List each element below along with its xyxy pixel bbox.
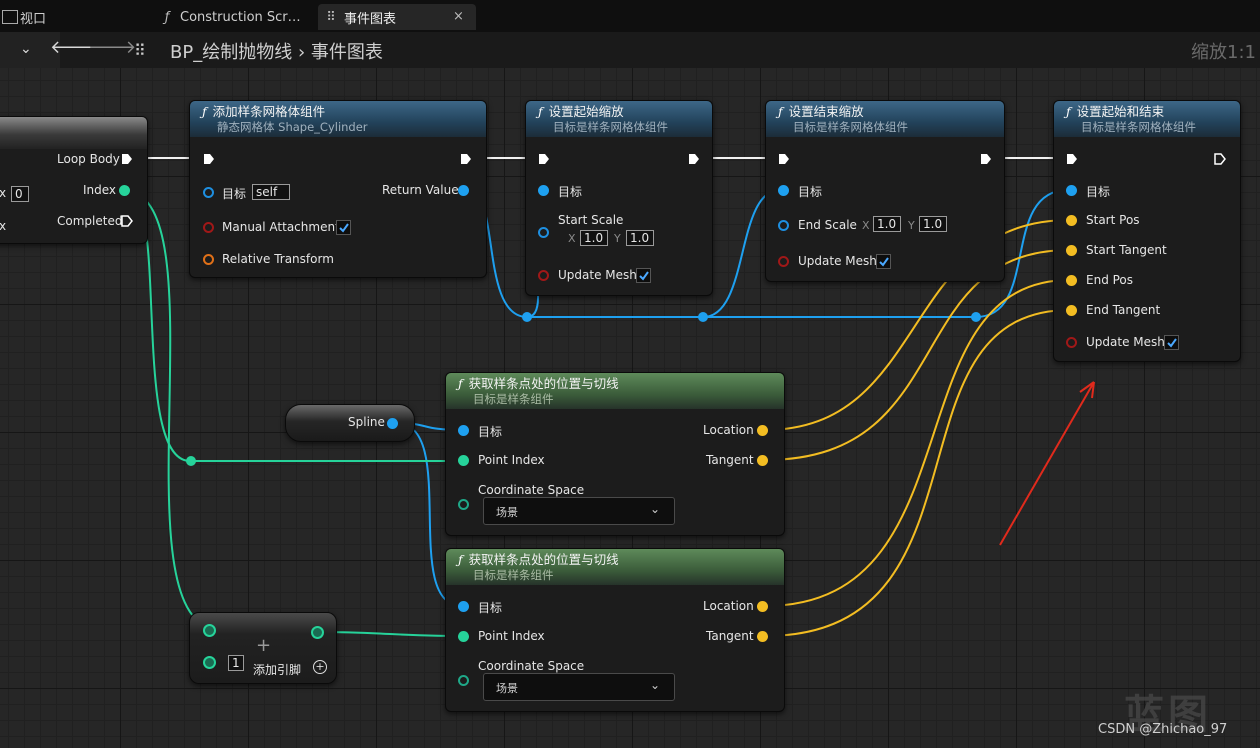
node-header: ƒ 设置起始缩放 目标是样条网格体组件 <box>526 101 712 137</box>
end-scale-x-field[interactable]: 1.0 <box>873 216 901 232</box>
reroute-node[interactable] <box>522 312 532 322</box>
plus-icon: + <box>256 635 272 656</box>
coordinate-space-dropdown[interactable]: 场景 ⌄ <box>483 497 675 525</box>
return-value-pin[interactable] <box>458 185 469 196</box>
tangent-pin[interactable] <box>757 631 768 642</box>
reroute-node[interactable] <box>186 456 196 466</box>
relative-transform-pin[interactable] <box>203 254 214 265</box>
target-pin[interactable] <box>203 187 214 198</box>
get-location-tangent-node-1[interactable]: ƒ 获取样条点处的位置与切线 目标是样条组件 目标 Location Point … <box>445 372 785 536</box>
exec-out-pin[interactable] <box>460 153 472 165</box>
node-header: ƒ 获取样条点处的位置与切线 目标是样条组件 <box>446 373 784 409</box>
update-mesh-pin[interactable] <box>778 256 789 267</box>
end-tangent-pin[interactable] <box>1066 305 1077 316</box>
add-pin-button[interactable]: 添加引脚 <box>253 661 301 678</box>
node-header: ƒ 获取样条点处的位置与切线 目标是样条组件 <box>446 549 784 585</box>
start-scale-pin[interactable] <box>538 227 549 238</box>
function-icon: ƒ <box>538 104 543 119</box>
exec-out-pin[interactable] <box>1214 153 1226 165</box>
reroute-node[interactable] <box>971 312 981 322</box>
start-scale-y-field[interactable]: 1.0 <box>626 230 654 246</box>
spline-output-pin[interactable] <box>387 418 398 429</box>
point-index-pin[interactable] <box>458 631 469 642</box>
update-mesh-checkbox[interactable] <box>876 254 891 269</box>
start-tangent-pin[interactable] <box>1066 245 1077 256</box>
exec-in-pin[interactable] <box>778 153 790 165</box>
function-icon: ƒ <box>778 104 783 119</box>
start-scale-x-field[interactable]: 1.0 <box>580 230 608 246</box>
output-pin[interactable] <box>311 626 324 639</box>
point-index-pin[interactable] <box>458 455 469 466</box>
update-mesh-checkbox[interactable] <box>1164 335 1179 350</box>
for-loop-node[interactable]: Loop Body Index Completed x 0 x <box>0 116 148 244</box>
update-mesh-pin[interactable] <box>1066 337 1077 348</box>
target-pin[interactable] <box>778 185 789 196</box>
exec-out-pin[interactable] <box>688 153 700 165</box>
vector-wire <box>764 279 1071 607</box>
integer-wire <box>317 631 463 637</box>
exec-in-pin[interactable] <box>203 153 215 165</box>
manual-attachment-pin[interactable] <box>203 222 214 233</box>
set-start-and-end-node[interactable]: ƒ 设置起始和结束 目标是样条网格体组件 目标 Start Pos Start T… <box>1053 100 1241 362</box>
credit-text: CSDN @Zhichao_97 <box>1098 722 1228 737</box>
node-header <box>0 117 147 149</box>
chevron-down-icon: ⌄ <box>649 502 660 516</box>
input-a-pin[interactable] <box>203 624 216 637</box>
set-start-scale-node[interactable]: ƒ 设置起始缩放 目标是样条网格体组件 目标 Start Scale X 1.0 … <box>525 100 713 296</box>
spline-variable-node[interactable]: Spline <box>285 404 415 442</box>
input-b-field[interactable]: 1 <box>228 655 244 671</box>
set-end-scale-node[interactable]: ƒ 设置结束缩放 目标是样条网格体组件 目标 End Scale X 1.0 Y … <box>765 100 1005 282</box>
add-pin-icon[interactable]: + <box>313 660 327 674</box>
end-pos-pin[interactable] <box>1066 275 1077 286</box>
exec-out-pin[interactable] <box>980 153 992 165</box>
target-pin[interactable] <box>458 601 469 612</box>
function-icon: ƒ <box>1066 104 1071 119</box>
function-icon: ƒ <box>458 376 463 391</box>
get-location-tangent-node-2[interactable]: ƒ 获取样条点处的位置与切线 目标是样条组件 目标 Location Point … <box>445 548 785 712</box>
manual-attachment-checkbox[interactable] <box>336 220 351 235</box>
start-pos-pin[interactable] <box>1066 215 1077 226</box>
reroute-node[interactable] <box>698 312 708 322</box>
exec-in-pin[interactable] <box>1066 153 1078 165</box>
target-self-field[interactable]: self <box>252 184 290 200</box>
update-mesh-pin[interactable] <box>538 270 549 281</box>
chevron-down-icon: ⌄ <box>649 678 660 692</box>
annotation-arrow <box>999 381 1095 546</box>
vector-wire <box>764 309 1071 637</box>
coordinate-space-dropdown[interactable]: 场景 ⌄ <box>483 673 675 701</box>
node-header: ƒ 设置结束缩放 目标是样条网格体组件 <box>766 101 1004 137</box>
end-scale-pin[interactable] <box>778 220 789 231</box>
location-pin[interactable] <box>757 425 768 436</box>
target-pin[interactable] <box>1066 185 1077 196</box>
exec-pin[interactable] <box>121 153 133 165</box>
exec-in-pin[interactable] <box>538 153 550 165</box>
first-index-field[interactable]: 0 <box>11 186 29 202</box>
add-integer-node[interactable]: + 1 添加引脚 + <box>189 612 337 684</box>
input-b-pin[interactable] <box>203 656 216 669</box>
coordinate-space-pin[interactable] <box>458 499 469 510</box>
node-header: ƒ 设置起始和结束 目标是样条网格体组件 <box>1054 101 1240 137</box>
target-pin[interactable] <box>458 425 469 436</box>
index-pin[interactable] <box>119 185 130 196</box>
function-icon: ƒ <box>202 104 207 119</box>
add-spline-mesh-node[interactable]: ƒ 添加样条网格体组件 静态网格体 Shape_Cylinder 目标 self … <box>189 100 487 278</box>
function-icon: ƒ <box>458 552 463 567</box>
update-mesh-checkbox[interactable] <box>636 268 651 283</box>
target-pin[interactable] <box>538 185 549 196</box>
end-scale-y-field[interactable]: 1.0 <box>919 216 947 232</box>
exec-pin[interactable] <box>121 215 133 227</box>
tangent-pin[interactable] <box>757 455 768 466</box>
node-header: ƒ 添加样条网格体组件 静态网格体 Shape_Cylinder <box>190 101 486 137</box>
location-pin[interactable] <box>757 601 768 612</box>
coordinate-space-pin[interactable] <box>458 675 469 686</box>
